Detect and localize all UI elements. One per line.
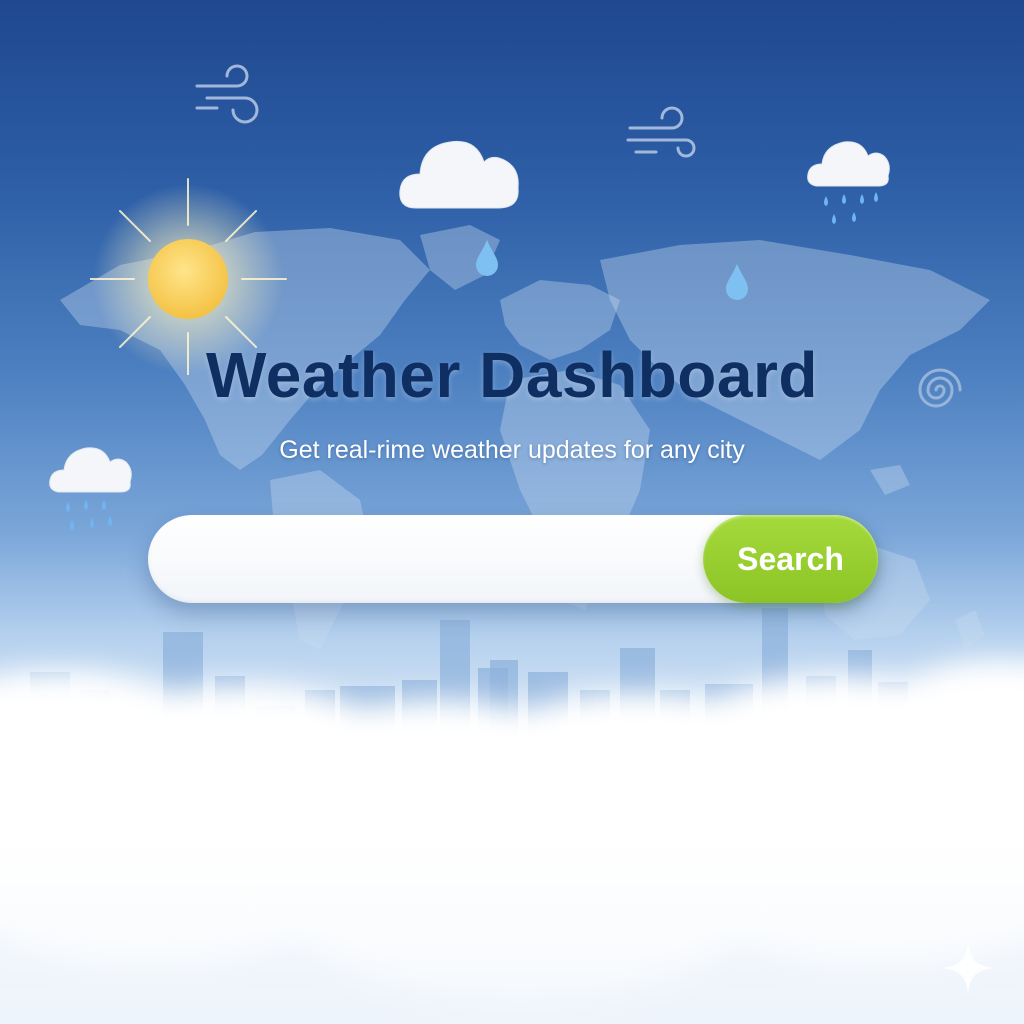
search-input[interactable]	[178, 515, 702, 605]
rain-cloud-icon	[807, 141, 890, 224]
search-bar: Search	[148, 515, 878, 605]
search-button[interactable]: Search	[703, 515, 878, 603]
raindrop-icon	[726, 264, 748, 300]
sparkle-icon	[942, 942, 994, 994]
weather-dashboard-page: Weather Dashboard Get real-rime weather …	[0, 0, 1024, 1024]
page-title: Weather Dashboard	[206, 339, 818, 411]
page-subtitle: Get real-rime weather updates for any ci…	[279, 436, 745, 464]
wind-icon	[626, 106, 696, 158]
wind-icon	[195, 64, 259, 124]
raindrop-icon	[476, 240, 498, 276]
cloud-icon	[399, 140, 519, 209]
